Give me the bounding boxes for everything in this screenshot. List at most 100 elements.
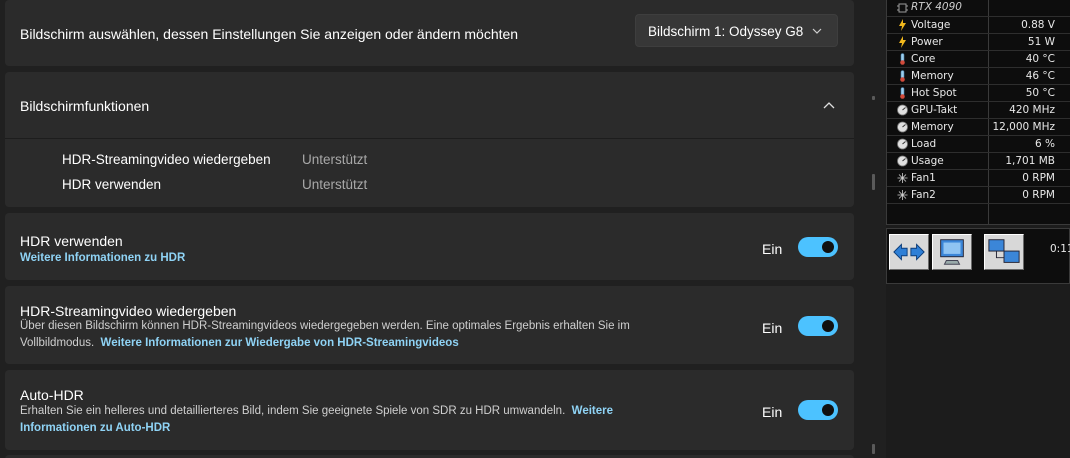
fan-icon <box>897 189 908 201</box>
scroll-gutter <box>858 0 886 458</box>
hdr-streaming-desc-line1: Über diesen Bildschirm können HDR-Stream… <box>20 320 630 332</box>
display-settings-pane: Bildschirm auswählen, dessen Einstellung… <box>0 0 858 458</box>
sensor-value: 1,701 MB <box>1005 155 1055 167</box>
sensor-value: 12,000 MHz <box>992 121 1055 133</box>
sensor-value: 50 °C <box>1025 87 1055 99</box>
sensor-value: 46 °C <box>1025 70 1055 82</box>
gpu-toolbar: 0:11 <box>886 228 1070 284</box>
gauge-icon <box>897 104 908 116</box>
display-select-card: Bildschirm auswählen, dessen Einstellung… <box>5 0 854 66</box>
lightning-icon <box>897 19 908 31</box>
gauge-icon <box>897 155 908 167</box>
hdr-streaming-toggle[interactable] <box>798 316 838 336</box>
sensor-value: 0 RPM <box>1022 189 1055 201</box>
sensor-value: 6 % <box>1035 138 1055 150</box>
hdr-info-link[interactable]: Weitere Informationen zu HDR <box>20 252 185 264</box>
monitor-icon <box>940 239 964 265</box>
auto-hdr-desc: Erhalten Sie ein helleres und detaillier… <box>20 403 720 437</box>
thermometer-icon <box>897 70 908 82</box>
sensor-label: Core <box>911 53 936 65</box>
toggle-knob <box>822 320 834 332</box>
sensor-value: 0.88 V <box>1021 19 1055 31</box>
sensor-value: 51 W <box>1027 36 1055 48</box>
hdr-use-state: Ein <box>762 241 783 257</box>
display-features-title: Bildschirmfunktionen <box>20 98 150 114</box>
display-features-card: Bildschirmfunktionen HDR-Streamingvideo … <box>5 72 854 207</box>
hdr-streaming-title: HDR-Streamingvideo wiedergeben <box>20 303 237 319</box>
chevron-up-icon[interactable] <box>823 100 835 112</box>
feature-value: Unterstützt <box>302 152 368 167</box>
sensor-label: Fan1 <box>911 172 936 184</box>
hdr-use-card: HDR verwenden Weitere Informationen zu H… <box>5 213 854 280</box>
gpu-sensor-row: Power 51 W <box>887 34 1070 51</box>
sensor-label: Memory <box>911 70 954 82</box>
hdr-use-title: HDR verwenden <box>20 233 123 249</box>
auto-hdr-state: Ein <box>762 404 783 420</box>
auto-hdr-desc-line1: Erhalten Sie ein helleres und detaillier… <box>20 405 566 417</box>
sensor-value: 0 RPM <box>1022 172 1055 184</box>
gpu-sensor-row: Fan2 0 RPM <box>887 187 1070 204</box>
sensor-label: Hot Spot <box>911 87 957 99</box>
feature-name: HDR verwenden <box>62 177 162 192</box>
scrollbar-segment[interactable] <box>872 96 875 100</box>
thermometer-icon <box>897 87 908 99</box>
network-button[interactable] <box>984 234 1024 270</box>
gpu-sensor-row: Fan1 0 RPM <box>887 170 1070 187</box>
sensor-label: Fan2 <box>911 189 936 201</box>
hdr-streaming-info-link[interactable]: Weitere Informationen zur Wiedergabe von… <box>101 337 459 349</box>
feature-value: Unterstützt <box>302 177 368 192</box>
divider <box>5 138 854 139</box>
scrollbar-segment[interactable] <box>872 444 875 454</box>
hdr-streaming-desc: Über diesen Bildschirm können HDR-Stream… <box>20 318 720 352</box>
display-dropdown[interactable]: Bildschirm 1: Odyssey G8 <box>635 14 838 47</box>
sensor-value: 40 °C <box>1025 53 1055 65</box>
gauge-icon <box>897 138 908 150</box>
gpu-sensor-row: Memory 12,000 MHz <box>887 119 1070 136</box>
gpu-title-row: RTX 4090 <box>887 0 1070 17</box>
monitor-button[interactable] <box>932 234 972 270</box>
toggle-knob <box>822 241 834 253</box>
sensor-label: GPU-Takt <box>911 104 958 116</box>
gauge-icon <box>897 121 908 133</box>
display-select-label: Bildschirm auswählen, dessen Einstellung… <box>20 26 519 42</box>
display-features-header[interactable]: Bildschirmfunktionen <box>5 72 854 138</box>
network-monitors-icon <box>988 239 1020 263</box>
gpu-sensor-row: Memory 46 °C <box>887 68 1070 85</box>
gpu-sensor-row: Voltage 0.88 V <box>887 17 1070 34</box>
gpu-sensor-row: Load 6 % <box>887 136 1070 153</box>
sensor-label: Power <box>911 36 943 48</box>
sensor-label: Memory <box>911 121 954 133</box>
double-arrow-icon <box>893 243 925 261</box>
sensor-label: Load <box>911 138 937 150</box>
gpu-sensor-table: RTX 4090 Voltage 0.88 V Power 51 W Core 40 °C… <box>886 0 1070 225</box>
auto-hdr-toggle[interactable] <box>798 400 838 420</box>
hdr-use-toggle[interactable] <box>798 237 838 257</box>
gpu-sensor-row: Core 40 °C <box>887 51 1070 68</box>
lightning-icon <box>897 36 908 48</box>
chip-icon <box>897 3 908 13</box>
thermometer-icon <box>897 53 908 65</box>
auto-hdr-info-link-part1[interactable]: Weitere <box>572 405 613 417</box>
gpu-sensor-row: Usage 1,701 MB <box>887 153 1070 170</box>
gpu-sensor-row: GPU-Takt 420 MHz <box>887 102 1070 119</box>
auto-hdr-card: Auto-HDR Erhalten Sie ein helleres und d… <box>5 370 854 450</box>
gpu-sensor-row: Hot Spot 50 °C <box>887 85 1070 102</box>
sensor-label: Voltage <box>911 19 951 31</box>
sensor-label: Usage <box>911 155 944 167</box>
hdr-streaming-state: Ein <box>762 320 783 336</box>
swap-button[interactable] <box>889 234 929 270</box>
auto-hdr-title: Auto-HDR <box>20 387 84 403</box>
feature-name: HDR-Streamingvideo wiedergeben <box>62 152 271 167</box>
scrollbar-segment[interactable] <box>872 174 875 190</box>
gpu-name: RTX 4090 <box>911 1 962 13</box>
sensor-value: 420 MHz <box>1009 104 1055 116</box>
auto-hdr-info-link-part2[interactable]: Informationen zu Auto-HDR <box>20 422 170 434</box>
hdr-streaming-desc-line2: Vollbildmodus. <box>20 337 95 349</box>
clock-readout: 0:11 <box>1050 243 1070 255</box>
chevron-down-icon <box>812 28 822 34</box>
display-dropdown-value: Bildschirm 1: Odyssey G8 <box>648 24 804 39</box>
hdr-streaming-card: HDR-Streamingvideo wiedergeben Über dies… <box>5 286 854 364</box>
toggle-knob <box>822 404 834 416</box>
fan-icon <box>897 172 908 184</box>
hdr-use-desc: Weitere Informationen zu HDR <box>20 250 185 267</box>
